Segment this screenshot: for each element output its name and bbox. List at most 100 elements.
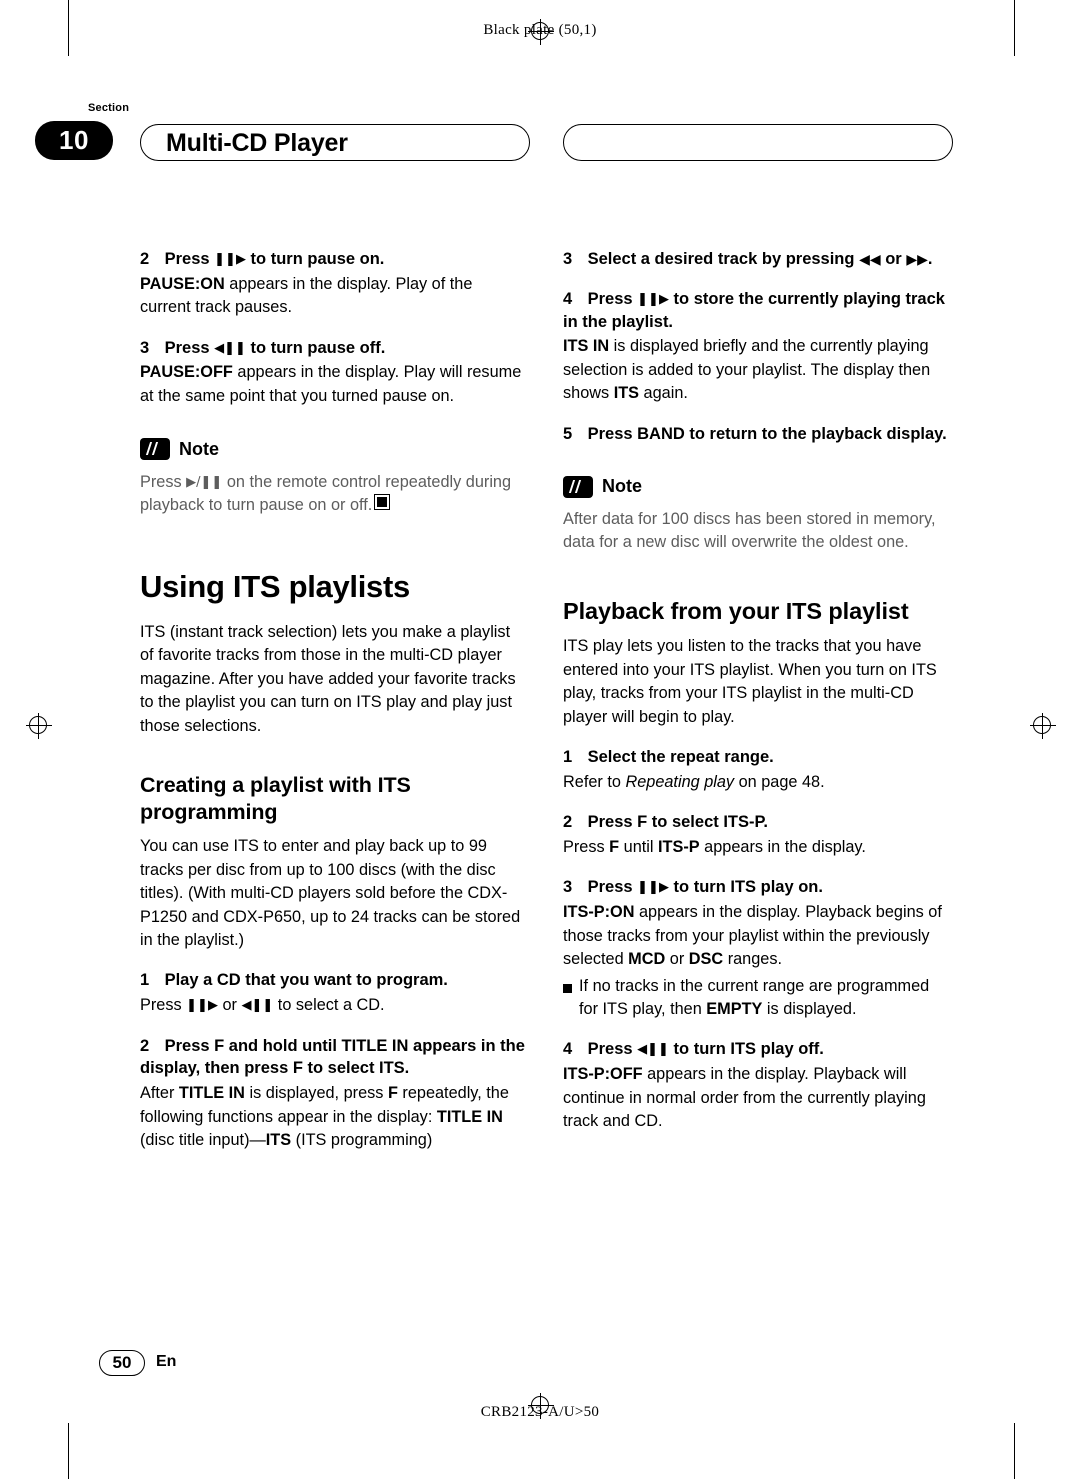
page-language-label: En (156, 1353, 177, 1370)
title-in-text-1: After (140, 1084, 179, 1103)
title-in-token: TITLE IN (178, 1084, 245, 1103)
step-text: Press F to select ITS-P. (587, 813, 768, 832)
step-text: Play a CD that you want to program. (164, 971, 448, 990)
empty-token: EMPTY (706, 1000, 763, 1019)
dsc-token: DSC (688, 950, 724, 969)
step-number: 5 (563, 424, 573, 443)
title-in-text-4: (disc title input)— (140, 1131, 266, 1150)
heading-creating-playlist: Creating a playlist with ITS programming (140, 773, 411, 825)
pencil-note-icon (140, 438, 170, 461)
step-its-play-on: 3 Press ❚❚▶ to turn ITS play on. (563, 876, 949, 899)
pause-play-icon: ❚❚▶ (214, 252, 246, 267)
note-header-left: Note (140, 436, 526, 462)
pause-off-token: PAUSE:OFF (140, 363, 233, 382)
f-button-token: F (609, 838, 620, 856)
bullet-text-b: is displayed. (762, 1000, 857, 1019)
step-itsp-body: Press F until ITS-P appears in the displ… (563, 836, 949, 859)
itsp-text-a: Press (563, 838, 610, 856)
fast-forward-icon: ▶▶ (906, 252, 928, 268)
square-bullet-icon (563, 983, 572, 993)
note-header-right: Note (563, 473, 949, 499)
section-number-badge: 10 (35, 121, 113, 160)
heading-playback-its-playlist: Playback from your ITS playlist (563, 597, 909, 624)
note-body-right: After data for 100 discs has been stored… (563, 509, 936, 552)
itsp-on-token: ITS-P:ON (563, 903, 635, 922)
step-play-cd: 1 Play a CD that you want to program. (140, 969, 526, 992)
step-title-in-body: After TITLE IN is displayed, press F rep… (140, 1082, 526, 1152)
step-press-band: 5 Press BAND to return to the playback d… (563, 423, 949, 446)
step-pause-on: 2 Press ❚❚▶ to turn pause on. (140, 248, 526, 271)
title-in-text-2: is displayed, press (244, 1084, 388, 1103)
step-number: 2 (140, 1036, 150, 1055)
press-text-a: Press (140, 996, 187, 1015)
on-desc-b: or (665, 950, 689, 969)
itsp-token: ITS-P (658, 838, 700, 856)
pause-play-icon: ❚❚▶ (637, 880, 669, 896)
step-number: 2 (563, 813, 573, 832)
step-text-before: Press (587, 289, 633, 308)
step-pause-off: 3 Press ◀❚❚ to turn pause off. (140, 337, 526, 360)
step-text-after: to turn ITS play on. (673, 878, 823, 897)
step-text-after: . (927, 250, 933, 268)
its-intro-body: ITS (instant track selection) lets you m… (140, 622, 516, 735)
section-word: Section (88, 102, 130, 114)
pencil-note-icon (563, 475, 593, 498)
rewind-icon: ◀◀ (859, 252, 881, 268)
note-label: Note (602, 476, 642, 497)
its-in-desc-b: again. (639, 384, 688, 403)
step-number: 3 (563, 250, 573, 268)
refer-text-b: on page 48. (734, 772, 825, 791)
repeating-play-reference: Repeating play (625, 772, 735, 791)
left-column: 2 Press ❚❚▶ to turn pause on. PAUSE:ON a… (140, 248, 526, 1153)
step-pause-on-body: PAUSE:ON appears in the display. Play of… (140, 273, 526, 320)
step-text-after: to turn pause on. (250, 250, 385, 268)
step-text-before: Press (587, 878, 633, 897)
step-play-cd-body: Press ❚❚▶ or ◀❚❚ to select a CD. (140, 994, 526, 1017)
prev-pause-icon: ◀❚❚ (637, 1042, 669, 1058)
its-token: ITS (613, 384, 640, 403)
note-body-left: Press ▶/❚❚ on the remote control repeate… (140, 471, 526, 518)
press-text-c: to select a CD. (273, 996, 385, 1015)
note-text-a: Press (140, 472, 187, 491)
play-pause-icon: ▶/❚❚ (186, 474, 223, 490)
step-select-repeat-range: 1 Select the repeat range. (563, 746, 949, 769)
registration-mark-right (1030, 713, 1056, 739)
page-number-badge: 50 (99, 1350, 145, 1376)
step-text: Press F and hold until TITLE IN appears … (140, 1036, 525, 1078)
mcd-token: MCD (628, 950, 666, 969)
heading-using-its-playlists: Using ITS playlists (140, 568, 410, 604)
step-text-before: Press (164, 338, 210, 357)
prev-pause-icon: ◀❚❚ (214, 340, 246, 356)
step-select-itsp: 2 Press F to select ITS-P. (563, 811, 949, 834)
step-number: 4 (563, 289, 573, 308)
itsp-text-b: until (619, 838, 659, 856)
bullet-empty-note: If no tracks in the current range are pr… (563, 975, 949, 1022)
end-of-note-mark (374, 494, 391, 511)
playback-body: ITS play lets you listen to the tracks t… (563, 637, 937, 726)
step-number: 4 (563, 1040, 573, 1059)
footer-code: CRB2123-A/U>50 (480, 1404, 600, 1420)
f-button-token: F (387, 1084, 398, 1103)
step-text-mid: or (885, 250, 902, 268)
step-text-after: to turn ITS play off. (673, 1040, 824, 1059)
right-column: 3 Select a desired track by pressing ◀◀ … (563, 248, 949, 1134)
creating-playlist-body: You can use ITS to enter and play back u… (140, 837, 521, 949)
itsp-off-token: ITS-P:OFF (563, 1065, 643, 1084)
step-select-track: 3 Select a desired track by pressing ◀◀ … (563, 248, 949, 271)
pause-on-token: PAUSE:ON (140, 274, 225, 293)
step-text-before: Press (587, 1040, 633, 1059)
chapter-pill-right (563, 124, 953, 161)
step-text: Select the repeat range. (587, 748, 774, 767)
bullet-text: If no tracks in the current range are pr… (579, 975, 949, 1022)
step-number: 3 (563, 878, 573, 897)
title-in-token-2: TITLE IN (436, 1107, 503, 1126)
step-number: 3 (140, 338, 150, 357)
step-text: Press BAND to return to the playback dis… (587, 424, 947, 443)
crop-mark-bottom-left (68, 1423, 69, 1479)
press-text-b: or (217, 996, 242, 1015)
step-number: 1 (563, 748, 573, 767)
step-its-play-off: 4 Press ◀❚❚ to turn ITS play off. (563, 1038, 949, 1061)
itsp-text-c: appears in the display. (699, 838, 866, 856)
chapter-title: Multi-CD Player (166, 129, 348, 157)
registration-mark-left (26, 713, 52, 739)
